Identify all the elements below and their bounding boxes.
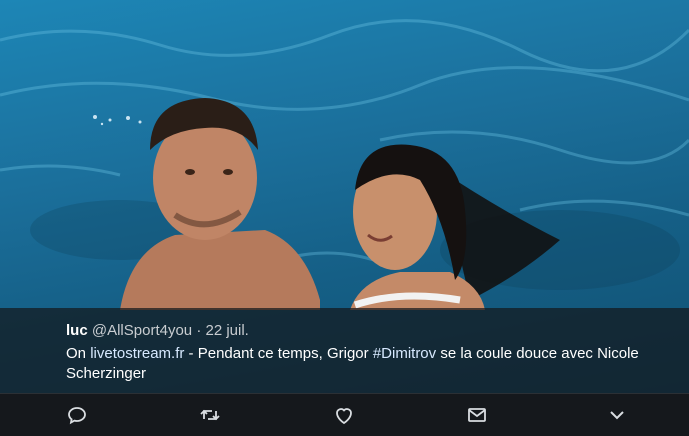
tweet-link[interactable]: livetostream.fr	[90, 345, 184, 362]
retweet-icon	[200, 409, 220, 421]
like-button[interactable]	[332, 403, 356, 427]
heart-icon	[336, 408, 352, 425]
author-handle[interactable]: @AllSport4you	[92, 322, 192, 339]
tweet-caption-overlay: luc @AllSport4you · 22 juil. On livetost…	[0, 308, 689, 393]
direct-message-button[interactable]	[465, 403, 489, 427]
envelope-icon	[468, 408, 486, 422]
tweet-hashtag[interactable]: #Dimitrov	[373, 345, 436, 362]
author-name[interactable]: luc	[66, 322, 88, 339]
tweet-action-bar	[0, 393, 689, 436]
retweet-button[interactable]	[198, 403, 222, 427]
separator-dot: ·	[196, 322, 202, 339]
chevron-down-icon	[610, 411, 624, 420]
reply-icon	[68, 407, 86, 425]
tweet-date[interactable]: 22 juil.	[205, 322, 248, 339]
tweet-text: On livetostream.fr - Pendant ce temps, G…	[66, 344, 666, 384]
tweet-header: luc @AllSport4you · 22 juil.	[66, 322, 249, 339]
tweet-text-prefix: On	[66, 345, 91, 362]
reply-button[interactable]	[65, 403, 89, 427]
tweet-text-middle: - Pendant ce temps, Grigor	[184, 345, 373, 362]
more-options-button[interactable]	[605, 403, 629, 427]
